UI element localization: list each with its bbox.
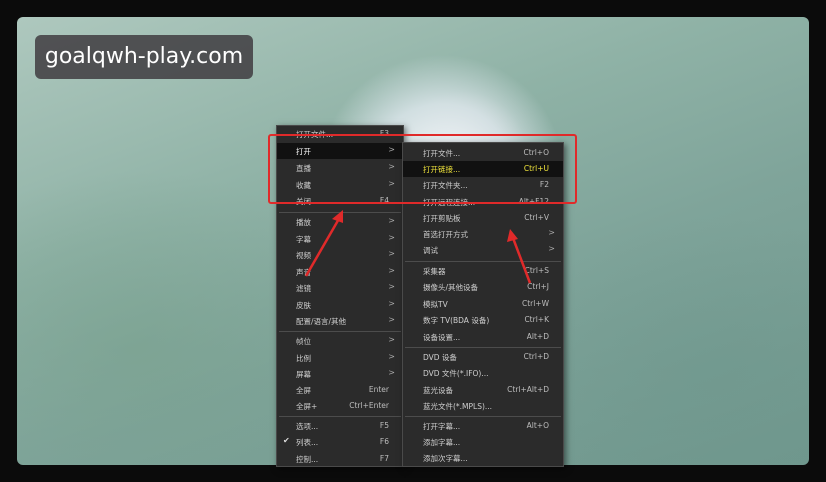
- arrow-left-annotation: [304, 210, 343, 277]
- annotation-arrows: [304, 210, 532, 284]
- arrow-right-annotation: [507, 229, 532, 284]
